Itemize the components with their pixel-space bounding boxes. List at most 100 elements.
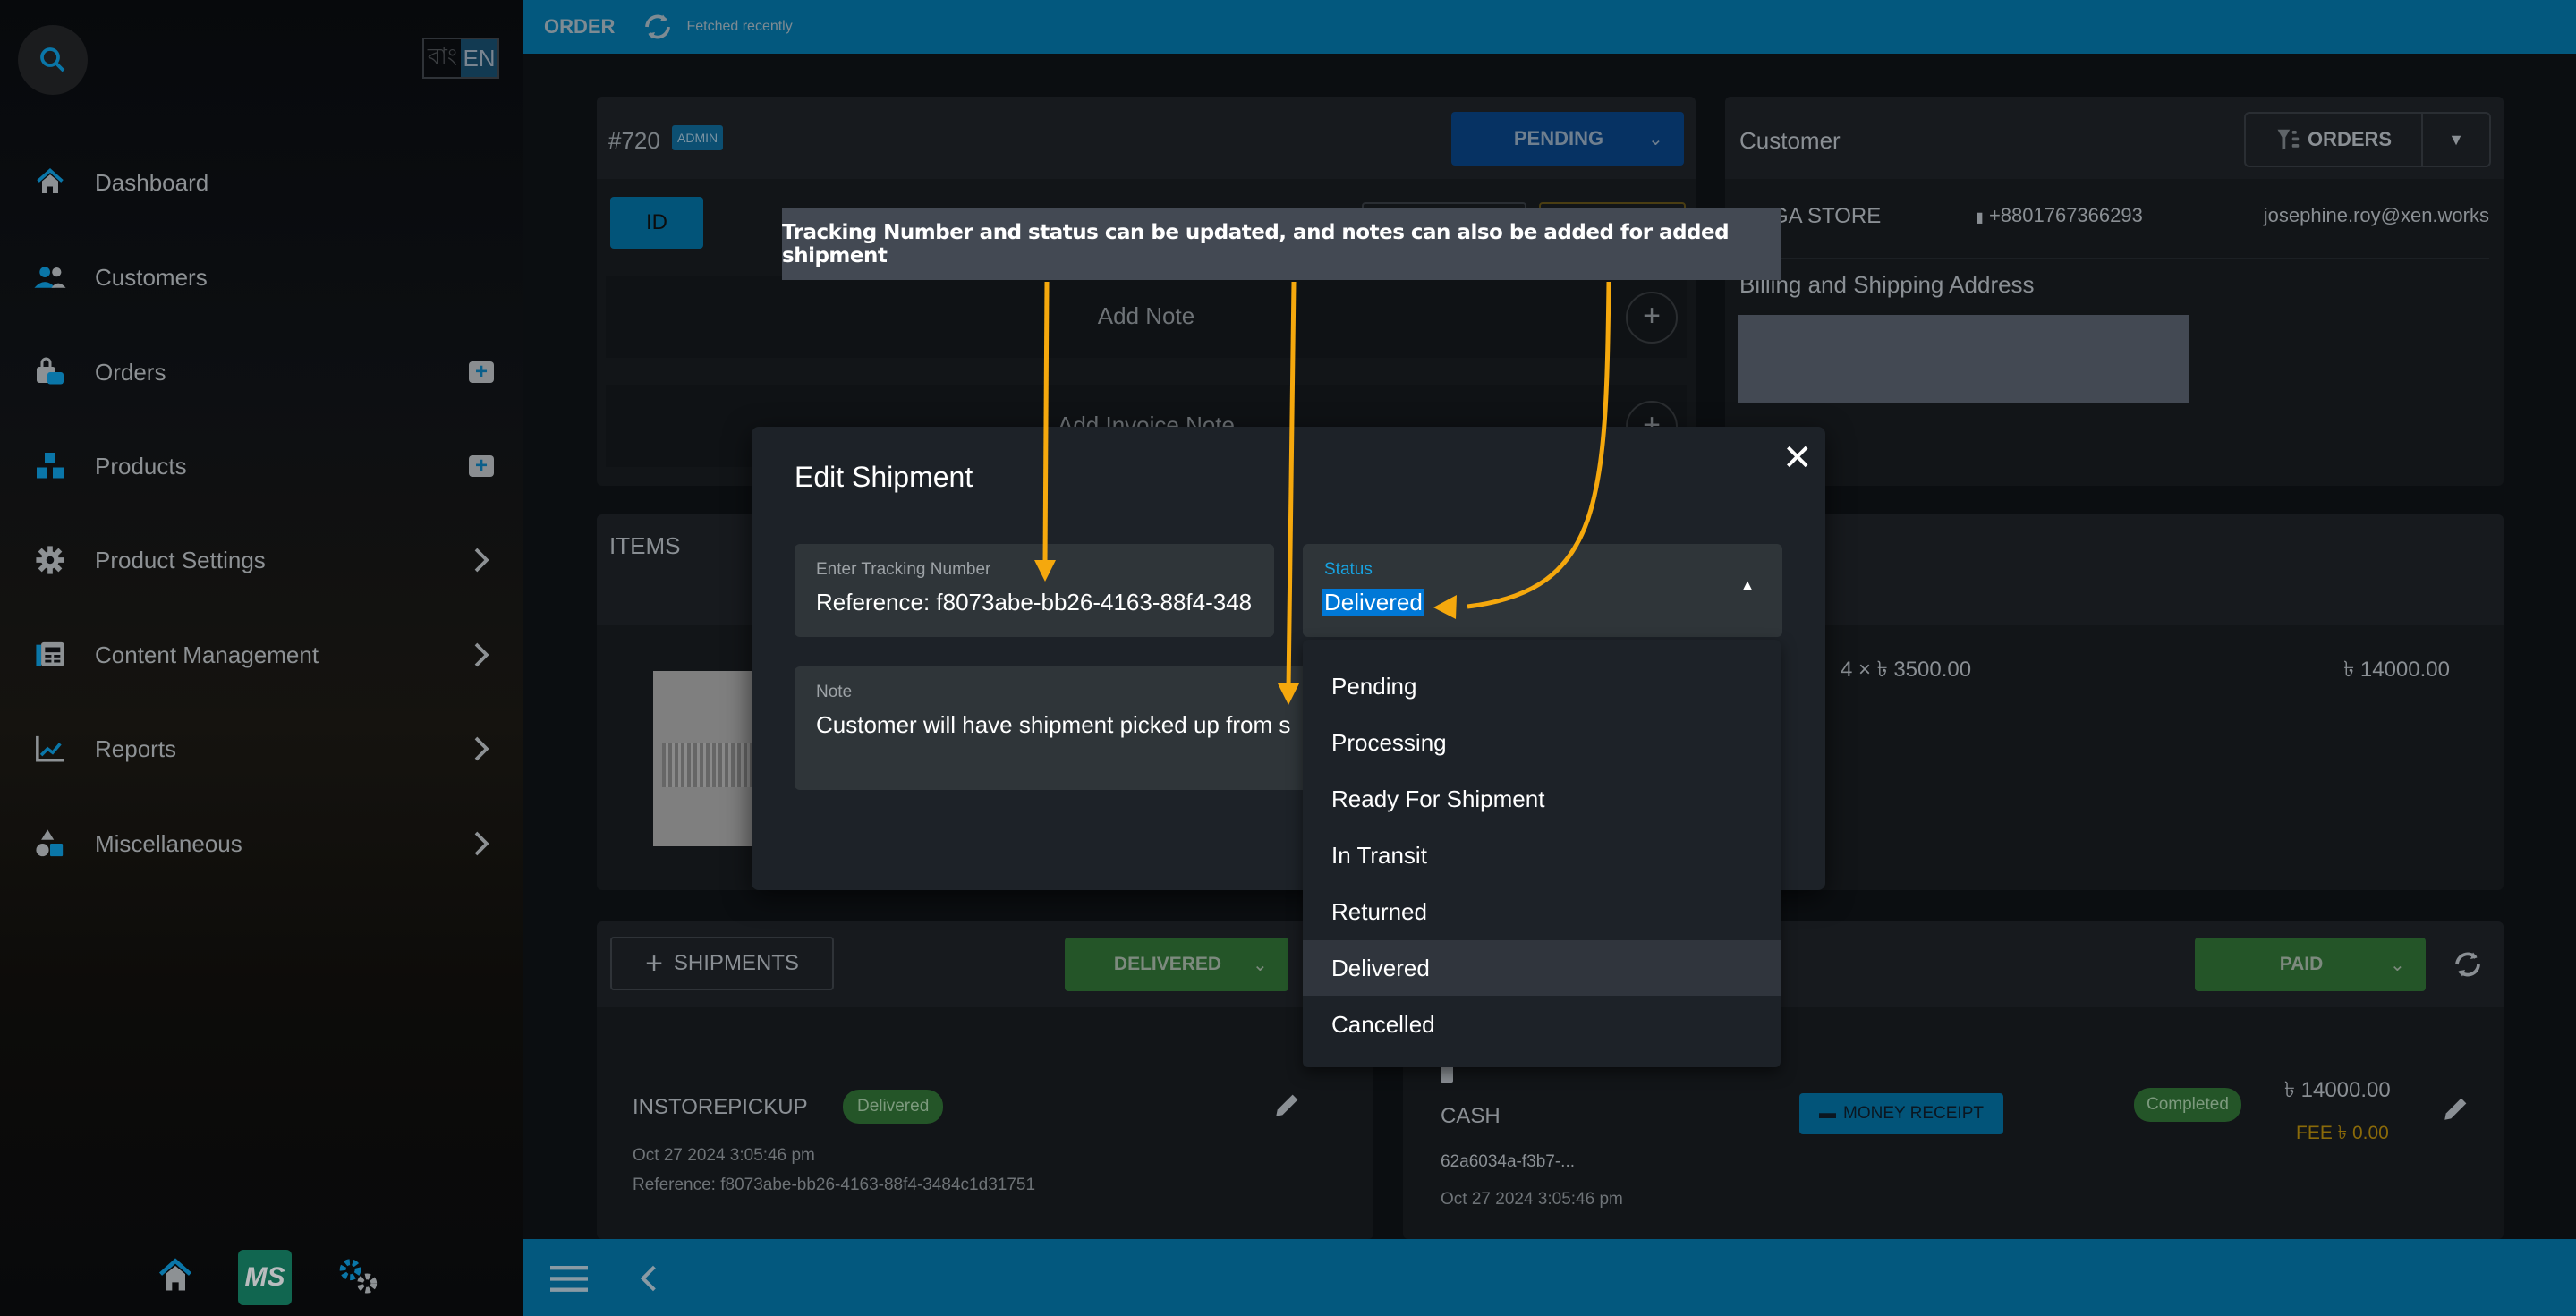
status-value: Delivered: [1322, 589, 1424, 616]
customer-orders-button[interactable]: ORDERS: [2246, 114, 2423, 166]
page-title: ORDER: [544, 15, 616, 38]
shipment-method: INSTOREPICKUP: [633, 1095, 808, 1119]
product-image[interactable]: [653, 671, 761, 846]
shipment-status-badge: Delivered: [843, 1090, 944, 1124]
shipment-status-button[interactable]: DELIVERED ⌄: [1065, 938, 1288, 991]
refresh-payments-button[interactable]: [2452, 948, 2484, 985]
sidebar-item-label: Reports: [95, 734, 177, 762]
status-option-in-transit[interactable]: In Transit: [1303, 828, 1781, 883]
hamburger-icon: [550, 1266, 588, 1292]
pencil-icon: [1276, 1094, 1298, 1116]
shipment-list-item: INSTOREPICKUP Delivered Oct 27 2024 3:05…: [597, 1007, 1373, 1239]
edit-payment-button[interactable]: [2441, 1093, 2471, 1128]
tracking-number-input[interactable]: Reference: f8073abe-bb26-4163-88f4-348: [816, 589, 1263, 616]
money-receipt-label: MONEY RECEIPT: [1843, 1104, 1984, 1123]
sidebar-item-miscellaneous[interactable]: Miscellaneous: [0, 812, 523, 875]
orders-button-group[interactable]: ORDERS ▼: [2244, 112, 2491, 167]
language-toggle[interactable]: বাং EN: [422, 38, 499, 79]
home-icon[interactable]: [156, 1256, 195, 1300]
status-dropdown-menu: Pending Processing Ready For Shipment In…: [1303, 640, 1781, 1067]
status-option-cancelled[interactable]: Cancelled: [1303, 997, 1781, 1052]
pencil-icon: [2444, 1098, 2467, 1120]
chevron-down-icon: ⌄: [1648, 129, 1663, 149]
sidebar-item-dashboard[interactable]: Dashboard: [0, 151, 523, 214]
close-button[interactable]: ✕: [1782, 437, 1813, 479]
status-option-pending[interactable]: Pending: [1303, 658, 1781, 714]
add-note-label: Add Note: [1097, 302, 1195, 329]
customer-phone: ▮ +8801767366293: [1976, 204, 2143, 227]
sidebar-item-products[interactable]: Products +: [0, 435, 523, 497]
settings-gears-icon[interactable]: [335, 1256, 381, 1300]
shipment-date: Oct 27 2024 3:05:46 pm: [633, 1146, 815, 1165]
sidebar-item-content-management[interactable]: Content Management: [0, 624, 523, 686]
status-label: Status: [1324, 560, 1373, 579]
copy-icon[interactable]: ▮: [1976, 210, 1984, 225]
add-note-row[interactable]: Add Note +: [606, 276, 1687, 358]
status-option-returned[interactable]: Returned: [1303, 884, 1781, 939]
divider: [1739, 258, 2489, 259]
payment-status-button[interactable]: PAID ⌄: [2195, 938, 2426, 991]
edit-shipment-button[interactable]: [1272, 1090, 1303, 1125]
payment-amount: ৳ 14000.00: [2284, 1078, 2391, 1102]
tracking-number-label: Enter Tracking Number: [816, 560, 991, 579]
sidebar-item-reports[interactable]: Reports: [0, 717, 523, 780]
caret-up-icon[interactable]: ▲: [1739, 576, 1756, 595]
add-note-button[interactable]: +: [1626, 292, 1678, 344]
search-button[interactable]: [18, 25, 88, 95]
sidebar-item-product-settings[interactable]: Product Settings: [0, 529, 523, 591]
money-receipt-button[interactable]: ▬ MONEY RECEIPT: [1799, 1093, 2003, 1134]
plus-icon: +: [645, 946, 663, 981]
sidebar-footer: MS: [134, 1239, 403, 1316]
add-shipment-button[interactable]: + SHIPMENTS: [610, 937, 834, 990]
sync-icon: [2455, 952, 2480, 977]
chevron-right-icon[interactable]: [468, 547, 495, 573]
payment-fee: FEE ৳ 0.00: [2296, 1123, 2389, 1143]
plus-icon: +: [469, 361, 494, 383]
order-status-button[interactable]: PENDING ⌄: [1451, 112, 1684, 166]
language-en[interactable]: EN: [461, 39, 497, 77]
refresh-button[interactable]: [642, 11, 674, 43]
menu-button[interactable]: [550, 1262, 588, 1299]
collapse-button[interactable]: [640, 1264, 658, 1297]
status-option-processing[interactable]: Processing: [1303, 715, 1781, 770]
tracking-number-field[interactable]: Enter Tracking Number Reference: f8073ab…: [795, 544, 1274, 637]
payment-date: Oct 27 2024 3:05:46 pm: [1441, 1190, 1623, 1209]
id-button[interactable]: ID: [610, 197, 703, 249]
sidebar-item-customers[interactable]: Customers: [0, 246, 523, 309]
add-shipment-label: SHIPMENTS: [673, 951, 799, 975]
orders-label: ORDERS: [2307, 128, 2393, 150]
customer-card: Customer ORDERS ▼ MEGA STORE ▮ +88017673…: [1725, 97, 2504, 486]
filter-list-icon: [2277, 129, 2300, 150]
search-icon: [40, 47, 65, 72]
content-icon: [32, 637, 68, 673]
status-option-delivered[interactable]: Delivered: [1303, 940, 1781, 996]
chevron-right-icon[interactable]: [468, 641, 495, 668]
plus-icon: +: [469, 455, 494, 477]
keyboard-image: [662, 743, 761, 787]
home-icon: [32, 165, 68, 200]
phone-text: +8801767366293: [1988, 204, 2143, 226]
printer-icon: ▬: [1819, 1104, 1837, 1123]
bottom-bar: [523, 1239, 2576, 1316]
chevron-right-icon[interactable]: [468, 830, 495, 857]
sidebar-item-label: Customers: [95, 263, 208, 291]
ms-logo[interactable]: MS: [238, 1250, 292, 1305]
caret-down-icon[interactable]: ▼: [2423, 131, 2489, 149]
order-status-label: PENDING: [1513, 127, 1604, 149]
sidebar-item-label: Orders: [95, 358, 166, 386]
sidebar-item-label: Product Settings: [95, 546, 266, 573]
language-bn[interactable]: বাং: [424, 39, 461, 77]
add-order-button[interactable]: +: [468, 359, 495, 386]
sync-icon: [645, 14, 671, 39]
chevron-right-icon[interactable]: [468, 735, 495, 762]
order-number: #720: [608, 127, 660, 154]
status-option-ready-for-shipment[interactable]: Ready For Shipment: [1303, 771, 1781, 827]
gear-icon: [32, 542, 68, 578]
sidebar-item-orders[interactable]: Orders +: [0, 341, 523, 403]
status-select[interactable]: Status Delivered ▲: [1303, 544, 1782, 637]
sidebar-item-label: Products: [95, 452, 187, 480]
products-boxes-icon: [32, 448, 68, 484]
note-input[interactable]: Customer will have shipment picked up fr…: [816, 711, 1326, 739]
note-field[interactable]: Note Customer will have shipment picked …: [795, 666, 1349, 790]
add-product-button[interactable]: +: [468, 453, 495, 480]
